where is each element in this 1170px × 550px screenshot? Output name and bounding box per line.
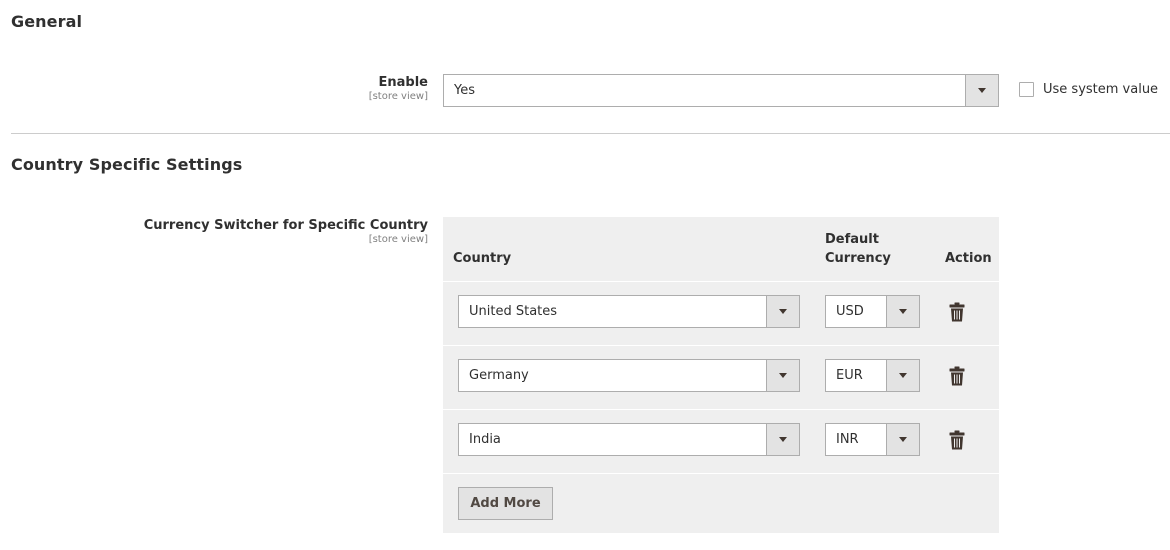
enable-select[interactable]: Yes bbox=[443, 74, 999, 107]
column-header-action: Action bbox=[945, 251, 992, 266]
currency-select-toggle[interactable] bbox=[886, 424, 919, 455]
currency-switcher-scope-label: [store view] bbox=[368, 234, 428, 245]
currency-select-value: USD bbox=[836, 304, 864, 319]
section-title-country-settings: Country Specific Settings bbox=[11, 155, 243, 174]
config-page: General Enable [store view] Yes Use syst… bbox=[0, 0, 1170, 550]
country-select[interactable]: United States bbox=[458, 295, 800, 328]
delete-row-button[interactable] bbox=[947, 429, 967, 451]
chevron-down-icon bbox=[899, 437, 907, 442]
column-header-country: Country bbox=[453, 251, 512, 266]
column-header-default-currency-line2: Currency bbox=[825, 251, 891, 266]
enable-field-label: Enable [store view] bbox=[369, 75, 428, 102]
row-separator bbox=[443, 281, 999, 282]
country-select[interactable]: Germany bbox=[458, 359, 800, 392]
currency-select[interactable]: EUR bbox=[825, 359, 920, 392]
currency-select-value: INR bbox=[836, 432, 859, 447]
currency-select[interactable]: INR bbox=[825, 423, 920, 456]
delete-row-button[interactable] bbox=[947, 365, 967, 387]
enable-select-toggle[interactable] bbox=[965, 75, 998, 106]
currency-switcher-label: Currency Switcher for Specific Country bbox=[143, 218, 428, 233]
currency-select-value: EUR bbox=[836, 368, 863, 383]
currency-switcher-field-label: Currency Switcher for Specific Country [… bbox=[144, 218, 428, 245]
delete-row-button[interactable] bbox=[947, 301, 967, 323]
chevron-down-icon bbox=[899, 373, 907, 378]
country-select-value: Germany bbox=[469, 368, 529, 383]
enable-scope-label: [store view] bbox=[368, 91, 428, 102]
chevron-down-icon bbox=[779, 437, 787, 442]
currency-select-toggle[interactable] bbox=[886, 360, 919, 391]
add-more-button[interactable]: Add More bbox=[458, 487, 553, 520]
trash-icon bbox=[949, 430, 965, 450]
enable-select-value: Yes bbox=[454, 83, 475, 98]
column-header-default-currency-line1: Default bbox=[825, 232, 879, 247]
country-select-value: United States bbox=[469, 304, 558, 319]
country-select-toggle[interactable] bbox=[766, 296, 799, 327]
chevron-down-icon bbox=[899, 309, 907, 314]
currency-switcher-grid: Country Default Currency Action United S… bbox=[443, 217, 999, 533]
chevron-down-icon bbox=[779, 309, 787, 314]
column-header-default-currency: Default Currency bbox=[825, 230, 891, 268]
use-system-value[interactable]: Use system value bbox=[1019, 82, 1158, 97]
country-select-toggle[interactable] bbox=[766, 424, 799, 455]
row-separator bbox=[443, 409, 999, 410]
use-system-value-checkbox[interactable] bbox=[1019, 82, 1034, 97]
country-select-toggle[interactable] bbox=[766, 360, 799, 391]
country-select-value: India bbox=[469, 432, 501, 447]
row-separator bbox=[443, 345, 999, 346]
section-title-general: General bbox=[11, 12, 83, 31]
trash-icon bbox=[949, 366, 965, 386]
section-divider bbox=[11, 133, 1170, 134]
chevron-down-icon bbox=[978, 88, 986, 93]
enable-label: Enable bbox=[378, 75, 429, 90]
row-separator bbox=[443, 473, 999, 474]
trash-icon bbox=[949, 302, 965, 322]
country-select[interactable]: India bbox=[458, 423, 800, 456]
chevron-down-icon bbox=[779, 373, 787, 378]
use-system-value-label[interactable]: Use system value bbox=[1043, 82, 1158, 97]
currency-select-toggle[interactable] bbox=[886, 296, 919, 327]
currency-select[interactable]: USD bbox=[825, 295, 920, 328]
